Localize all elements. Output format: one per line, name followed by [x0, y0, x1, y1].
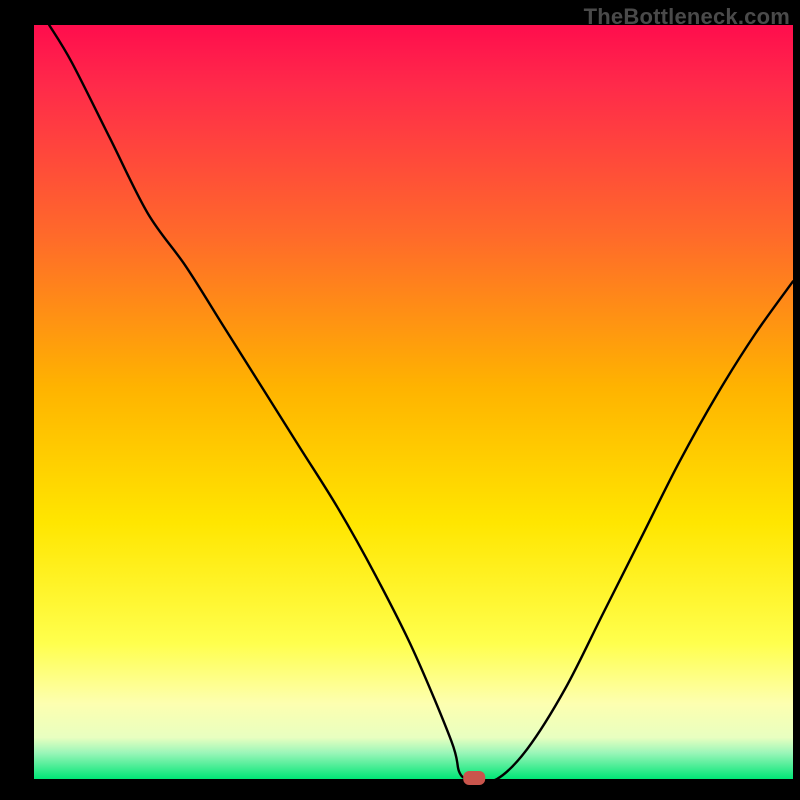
plot-background [34, 25, 793, 779]
bottleneck-chart [0, 0, 800, 800]
chart-container: TheBottleneck.com [0, 0, 800, 800]
watermark-text: TheBottleneck.com [584, 4, 790, 30]
optimal-marker [463, 771, 485, 785]
